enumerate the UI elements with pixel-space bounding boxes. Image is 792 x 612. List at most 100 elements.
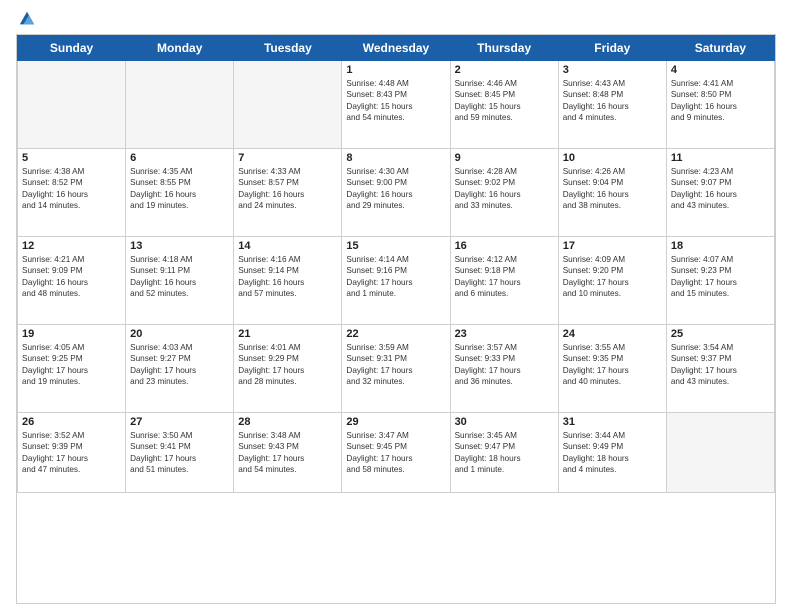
- cell-info: Sunrise: 4:01 AM Sunset: 9:29 PM Dayligh…: [238, 342, 337, 388]
- day-cell-7: 7 Sunrise: 4:33 AM Sunset: 8:57 PM Daylig…: [234, 149, 342, 237]
- day-cell-1: 1 Sunrise: 4:48 AM Sunset: 8:43 PM Daylig…: [342, 61, 450, 149]
- cell-info: Sunrise: 3:52 AM Sunset: 9:39 PM Dayligh…: [22, 430, 121, 476]
- week-row-3: 12Sunrise: 4:21 AM Sunset: 9:09 PM Dayli…: [18, 237, 775, 325]
- day-number: 2: [455, 64, 554, 76]
- day-cell-4: 4 Sunrise: 4:41 AM Sunset: 8:50 PM Daylig…: [666, 61, 774, 149]
- empty-cell: [234, 61, 342, 149]
- day-number: 19: [22, 328, 121, 340]
- day-number: 7: [238, 152, 337, 164]
- cell-info: Sunrise: 3:45 AM Sunset: 9:47 PM Dayligh…: [455, 430, 554, 476]
- cell-info: Sunrise: 3:47 AM Sunset: 9:45 PM Dayligh…: [346, 430, 445, 476]
- day-cell-12: 12Sunrise: 4:21 AM Sunset: 9:09 PM Dayli…: [18, 237, 126, 325]
- day-number: 28: [238, 416, 337, 428]
- empty-cell: [126, 61, 234, 149]
- day-cell-26: 26 Sunrise: 3:52 AM Sunset: 9:39 PM Dayli…: [18, 413, 126, 493]
- day-cell-2: 2 Sunrise: 4:46 AM Sunset: 8:45 PM Daylig…: [450, 61, 558, 149]
- day-cell-24: 24 Sunrise: 3:55 AM Sunset: 9:35 PM Dayli…: [558, 325, 666, 413]
- day-number: 5: [22, 152, 121, 164]
- cell-info: Sunrise: 3:44 AM Sunset: 9:49 PM Dayligh…: [563, 430, 662, 476]
- day-number: 24: [563, 328, 662, 340]
- day-cell-16: 16Sunrise: 4:12 AM Sunset: 9:18 PM Dayli…: [450, 237, 558, 325]
- empty-cell: [18, 61, 126, 149]
- cell-info: Sunrise: 4:18 AM Sunset: 9:11 PM Dayligh…: [130, 254, 229, 300]
- day-header-tuesday: Tuesday: [234, 36, 342, 61]
- day-number: 11: [671, 152, 770, 164]
- day-number: 23: [455, 328, 554, 340]
- day-number: 25: [671, 328, 770, 340]
- cell-info: Sunrise: 4:16 AM Sunset: 9:14 PM Dayligh…: [238, 254, 337, 300]
- cell-info: Sunrise: 4:33 AM Sunset: 8:57 PM Dayligh…: [238, 166, 337, 212]
- day-number: 26: [22, 416, 121, 428]
- day-cell-3: 3 Sunrise: 4:43 AM Sunset: 8:48 PM Daylig…: [558, 61, 666, 149]
- logo-icon: [18, 10, 36, 28]
- day-cell-14: 14 Sunrise: 4:16 AM Sunset: 9:14 PM Dayli…: [234, 237, 342, 325]
- day-number: 27: [130, 416, 229, 428]
- week-row-4: 19 Sunrise: 4:05 AM Sunset: 9:25 PM Dayli…: [18, 325, 775, 413]
- day-number: 3: [563, 64, 662, 76]
- cell-info: Sunrise: 4:46 AM Sunset: 8:45 PM Dayligh…: [455, 78, 554, 124]
- cell-info: Sunrise: 4:07 AM Sunset: 9:23 PM Dayligh…: [671, 254, 770, 300]
- day-number: 15: [346, 240, 445, 252]
- cell-info: Sunrise: 3:54 AM Sunset: 9:37 PM Dayligh…: [671, 342, 770, 388]
- cell-info: Sunrise: 3:59 AM Sunset: 9:31 PM Dayligh…: [346, 342, 445, 388]
- days-header-row: SundayMondayTuesdayWednesdayThursdayFrid…: [18, 36, 775, 61]
- day-number: 1: [346, 64, 445, 76]
- day-cell-15: 15 Sunrise: 4:14 AM Sunset: 9:16 PM Dayli…: [342, 237, 450, 325]
- day-number: 30: [455, 416, 554, 428]
- cell-info: Sunrise: 4:38 AM Sunset: 8:52 PM Dayligh…: [22, 166, 121, 212]
- day-cell-13: 13 Sunrise: 4:18 AM Sunset: 9:11 PM Dayli…: [126, 237, 234, 325]
- cell-info: Sunrise: 4:41 AM Sunset: 8:50 PM Dayligh…: [671, 78, 770, 124]
- cell-info: Sunrise: 4:14 AM Sunset: 9:16 PM Dayligh…: [346, 254, 445, 300]
- cell-info: Sunrise: 4:09 AM Sunset: 9:20 PM Dayligh…: [563, 254, 662, 300]
- day-cell-30: 30 Sunrise: 3:45 AM Sunset: 9:47 PM Dayli…: [450, 413, 558, 493]
- day-cell-17: 17 Sunrise: 4:09 AM Sunset: 9:20 PM Dayli…: [558, 237, 666, 325]
- week-row-5: 26 Sunrise: 3:52 AM Sunset: 9:39 PM Dayli…: [18, 413, 775, 493]
- day-number: 4: [671, 64, 770, 76]
- week-row-2: 5 Sunrise: 4:38 AM Sunset: 8:52 PM Daylig…: [18, 149, 775, 237]
- day-cell-20: 20Sunrise: 4:03 AM Sunset: 9:27 PM Dayli…: [126, 325, 234, 413]
- cell-info: Sunrise: 4:21 AM Sunset: 9:09 PM Dayligh…: [22, 254, 121, 300]
- cell-info: Sunrise: 4:05 AM Sunset: 9:25 PM Dayligh…: [22, 342, 121, 388]
- cell-info: Sunrise: 3:55 AM Sunset: 9:35 PM Dayligh…: [563, 342, 662, 388]
- cell-info: Sunrise: 4:30 AM Sunset: 9:00 PM Dayligh…: [346, 166, 445, 212]
- cell-info: Sunrise: 3:50 AM Sunset: 9:41 PM Dayligh…: [130, 430, 229, 476]
- day-number: 6: [130, 152, 229, 164]
- week-row-1: 1 Sunrise: 4:48 AM Sunset: 8:43 PM Daylig…: [18, 61, 775, 149]
- day-cell-5: 5 Sunrise: 4:38 AM Sunset: 8:52 PM Daylig…: [18, 149, 126, 237]
- day-cell-18: 18Sunrise: 4:07 AM Sunset: 9:23 PM Dayli…: [666, 237, 774, 325]
- day-cell-28: 28 Sunrise: 3:48 AM Sunset: 9:43 PM Dayli…: [234, 413, 342, 493]
- day-number: 17: [563, 240, 662, 252]
- day-number: 31: [563, 416, 662, 428]
- cell-info: Sunrise: 4:43 AM Sunset: 8:48 PM Dayligh…: [563, 78, 662, 124]
- cell-info: Sunrise: 4:23 AM Sunset: 9:07 PM Dayligh…: [671, 166, 770, 212]
- day-cell-25: 25 Sunrise: 3:54 AM Sunset: 9:37 PM Dayli…: [666, 325, 774, 413]
- day-number: 16: [455, 240, 554, 252]
- cell-info: Sunrise: 3:48 AM Sunset: 9:43 PM Dayligh…: [238, 430, 337, 476]
- day-number: 14: [238, 240, 337, 252]
- day-cell-23: 23 Sunrise: 3:57 AM Sunset: 9:33 PM Dayli…: [450, 325, 558, 413]
- page: SundayMondayTuesdayWednesdayThursdayFrid…: [0, 0, 792, 612]
- day-header-wednesday: Wednesday: [342, 36, 450, 61]
- day-cell-31: 31 Sunrise: 3:44 AM Sunset: 9:49 PM Dayli…: [558, 413, 666, 493]
- calendar: SundayMondayTuesdayWednesdayThursdayFrid…: [16, 34, 776, 604]
- day-cell-21: 21 Sunrise: 4:01 AM Sunset: 9:29 PM Dayli…: [234, 325, 342, 413]
- day-number: 13: [130, 240, 229, 252]
- cell-info: Sunrise: 3:57 AM Sunset: 9:33 PM Dayligh…: [455, 342, 554, 388]
- day-cell-29: 29Sunrise: 3:47 AM Sunset: 9:45 PM Dayli…: [342, 413, 450, 493]
- day-cell-22: 22 Sunrise: 3:59 AM Sunset: 9:31 PM Dayli…: [342, 325, 450, 413]
- day-header-sunday: Sunday: [18, 36, 126, 61]
- day-number: 9: [455, 152, 554, 164]
- day-number: 20: [130, 328, 229, 340]
- day-cell-6: 6Sunrise: 4:35 AM Sunset: 8:55 PM Daylig…: [126, 149, 234, 237]
- day-header-monday: Monday: [126, 36, 234, 61]
- day-number: 22: [346, 328, 445, 340]
- day-header-friday: Friday: [558, 36, 666, 61]
- day-header-saturday: Saturday: [666, 36, 774, 61]
- cell-info: Sunrise: 4:48 AM Sunset: 8:43 PM Dayligh…: [346, 78, 445, 124]
- day-header-thursday: Thursday: [450, 36, 558, 61]
- day-number: 21: [238, 328, 337, 340]
- day-cell-11: 11 Sunrise: 4:23 AM Sunset: 9:07 PM Dayli…: [666, 149, 774, 237]
- day-cell-19: 19 Sunrise: 4:05 AM Sunset: 9:25 PM Dayli…: [18, 325, 126, 413]
- cell-info: Sunrise: 4:26 AM Sunset: 9:04 PM Dayligh…: [563, 166, 662, 212]
- cell-info: Sunrise: 4:28 AM Sunset: 9:02 PM Dayligh…: [455, 166, 554, 212]
